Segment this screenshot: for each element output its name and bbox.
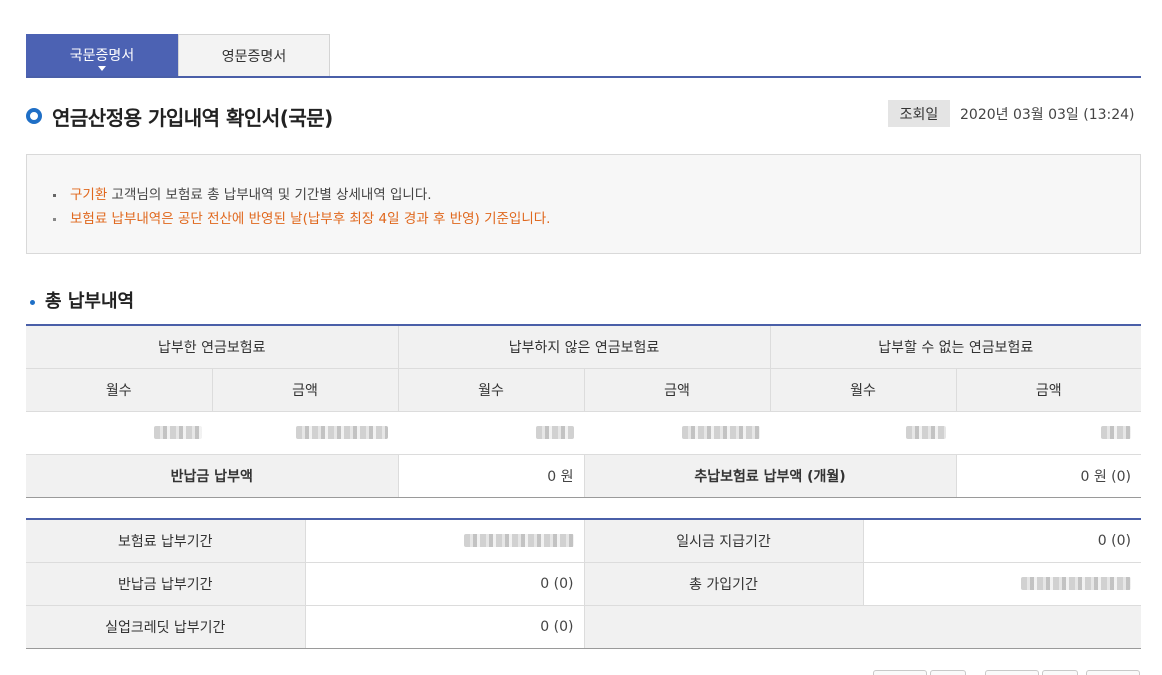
subheader-amount: 금액 <box>584 368 771 412</box>
lump-sum-period-label: 일시금 지급기간 <box>584 519 864 563</box>
redacted-value <box>398 411 584 455</box>
redacted-value <box>212 411 398 455</box>
redacted-value <box>26 411 212 455</box>
notice-line-reflection: 보험료 납부내역은 공단 전산에 반영된 날(납부후 최장 4일 경과 후 반영… <box>53 207 550 227</box>
refund-payment-label: 반납금 납부액 <box>26 454 399 498</box>
subheader-amount: 금액 <box>956 368 1141 412</box>
table-row: 반납금 납부기간 0 (0) 총 가입기간 <box>26 562 1141 606</box>
subheader-months: 월수 <box>26 368 213 412</box>
table-row: 반납금 납부액 0 원 추납보험료 납부액 (개월) 0 원 (0) <box>26 454 1141 498</box>
redacted-blur <box>906 426 946 439</box>
header-unpaid: 납부하지 않은 연금보험료 <box>398 325 771 369</box>
inquiry-date-value: 2020년 03월 03일 (13:24) <box>960 107 1135 123</box>
tab-english-label: 영문증명서 <box>221 48 287 65</box>
redacted-blur <box>1021 577 1131 590</box>
notice-box: 구기환 고객님의 보험료 총 납부내역 및 기간별 상세내역 입니다. 보험료 … <box>26 154 1141 254</box>
bottom-button[interactable] <box>930 670 966 675</box>
unemployment-credit-value: 0 (0) <box>305 605 585 649</box>
table-header-row: 납부한 연금보험료 납부하지 않은 연금보험료 납부할 수 없는 연금보험료 <box>26 325 1141 369</box>
redacted-blur <box>296 426 388 439</box>
active-tab-caret-icon <box>98 66 106 71</box>
header-unpayable: 납부할 수 없는 연금보험료 <box>770 325 1141 369</box>
total-period-value <box>863 562 1141 606</box>
tab-english-certificate[interactable]: 영문증명서 <box>178 34 330 76</box>
inquiry-date-label: 조회일 <box>888 100 950 127</box>
empty-cell <box>584 605 1141 649</box>
bottom-button[interactable] <box>985 670 1039 675</box>
table-subheader-row: 월수 금액 월수 금액 월수 금액 <box>26 368 1141 412</box>
bottom-button[interactable] <box>1086 670 1140 675</box>
title-row: 연금산정용 가입내역 확인서(국문) 조회일 2020년 03월 03일 (13… <box>26 100 1141 134</box>
redacted-blur <box>682 426 760 439</box>
subheader-months: 월수 <box>398 368 585 412</box>
redacted-blur <box>463 534 574 548</box>
additional-payment-label: 추납보험료 납부액 (개월) <box>584 454 957 498</box>
lump-sum-period-value: 0 (0) <box>863 519 1141 563</box>
redacted-blur <box>1101 426 1131 439</box>
title-bullet-icon <box>26 108 42 124</box>
bullet-icon <box>53 217 56 221</box>
redacted-value <box>584 411 770 455</box>
subheader-amount: 금액 <box>212 368 399 412</box>
redacted-value <box>956 411 1141 455</box>
section-title-total: 총 납부내역 <box>26 287 134 313</box>
notice-line-summary: 구기환 고객님의 보험료 총 납부내역 및 기간별 상세내역 입니다. <box>53 183 432 203</box>
header-paid: 납부한 연금보험료 <box>26 325 399 369</box>
section-title-text: 총 납부내역 <box>45 291 135 312</box>
redacted-blur <box>154 426 202 439</box>
refund-period-value: 0 (0) <box>305 562 585 606</box>
refund-payment-value: 0 원 <box>398 454 585 498</box>
table-row: 보험료 납부기간 일시금 지급기간 0 (0) <box>26 519 1141 563</box>
bullet-icon <box>53 193 56 197</box>
unemployment-credit-label: 실업크레딧 납부기간 <box>26 605 306 649</box>
page-title: 연금산정용 가입내역 확인서(국문) <box>52 106 333 130</box>
tab-korean-certificate[interactable]: 국문증명서 <box>26 34 178 76</box>
redacted-value <box>770 411 956 455</box>
premium-period-label: 보험료 납부기간 <box>26 519 306 563</box>
refund-period-label: 반납금 납부기간 <box>26 562 306 606</box>
total-period-label: 총 가입기간 <box>584 562 864 606</box>
total-payment-table: 납부한 연금보험료 납부하지 않은 연금보험료 납부할 수 없는 연금보험료 월… <box>26 324 1141 498</box>
premium-period-value <box>305 519 585 563</box>
bottom-button[interactable] <box>873 670 927 675</box>
bottom-button[interactable] <box>1042 670 1078 675</box>
period-table: 보험료 납부기간 일시금 지급기간 0 (0) 반납금 납부기간 0 (0) 총… <box>26 518 1141 649</box>
certificate-tabs: 국문증명서 영문증명서 <box>26 34 1141 78</box>
notice-line1-text: 고객님의 보험료 총 납부내역 및 기간별 상세내역 입니다. <box>107 187 432 203</box>
table-row <box>26 411 1141 455</box>
notice-line2-text: 보험료 납부내역은 공단 전산에 반영된 날(납부후 최장 4일 경과 후 반영… <box>70 211 551 227</box>
tab-korean-label: 국문증명서 <box>69 48 135 64</box>
subheader-months: 월수 <box>770 368 957 412</box>
additional-payment-value: 0 원 (0) <box>956 454 1141 498</box>
section-bullet-icon <box>30 299 35 305</box>
table-row: 실업크레딧 납부기간 0 (0) <box>26 605 1141 649</box>
redacted-blur <box>536 426 574 439</box>
customer-name: 구기환 <box>70 187 108 203</box>
